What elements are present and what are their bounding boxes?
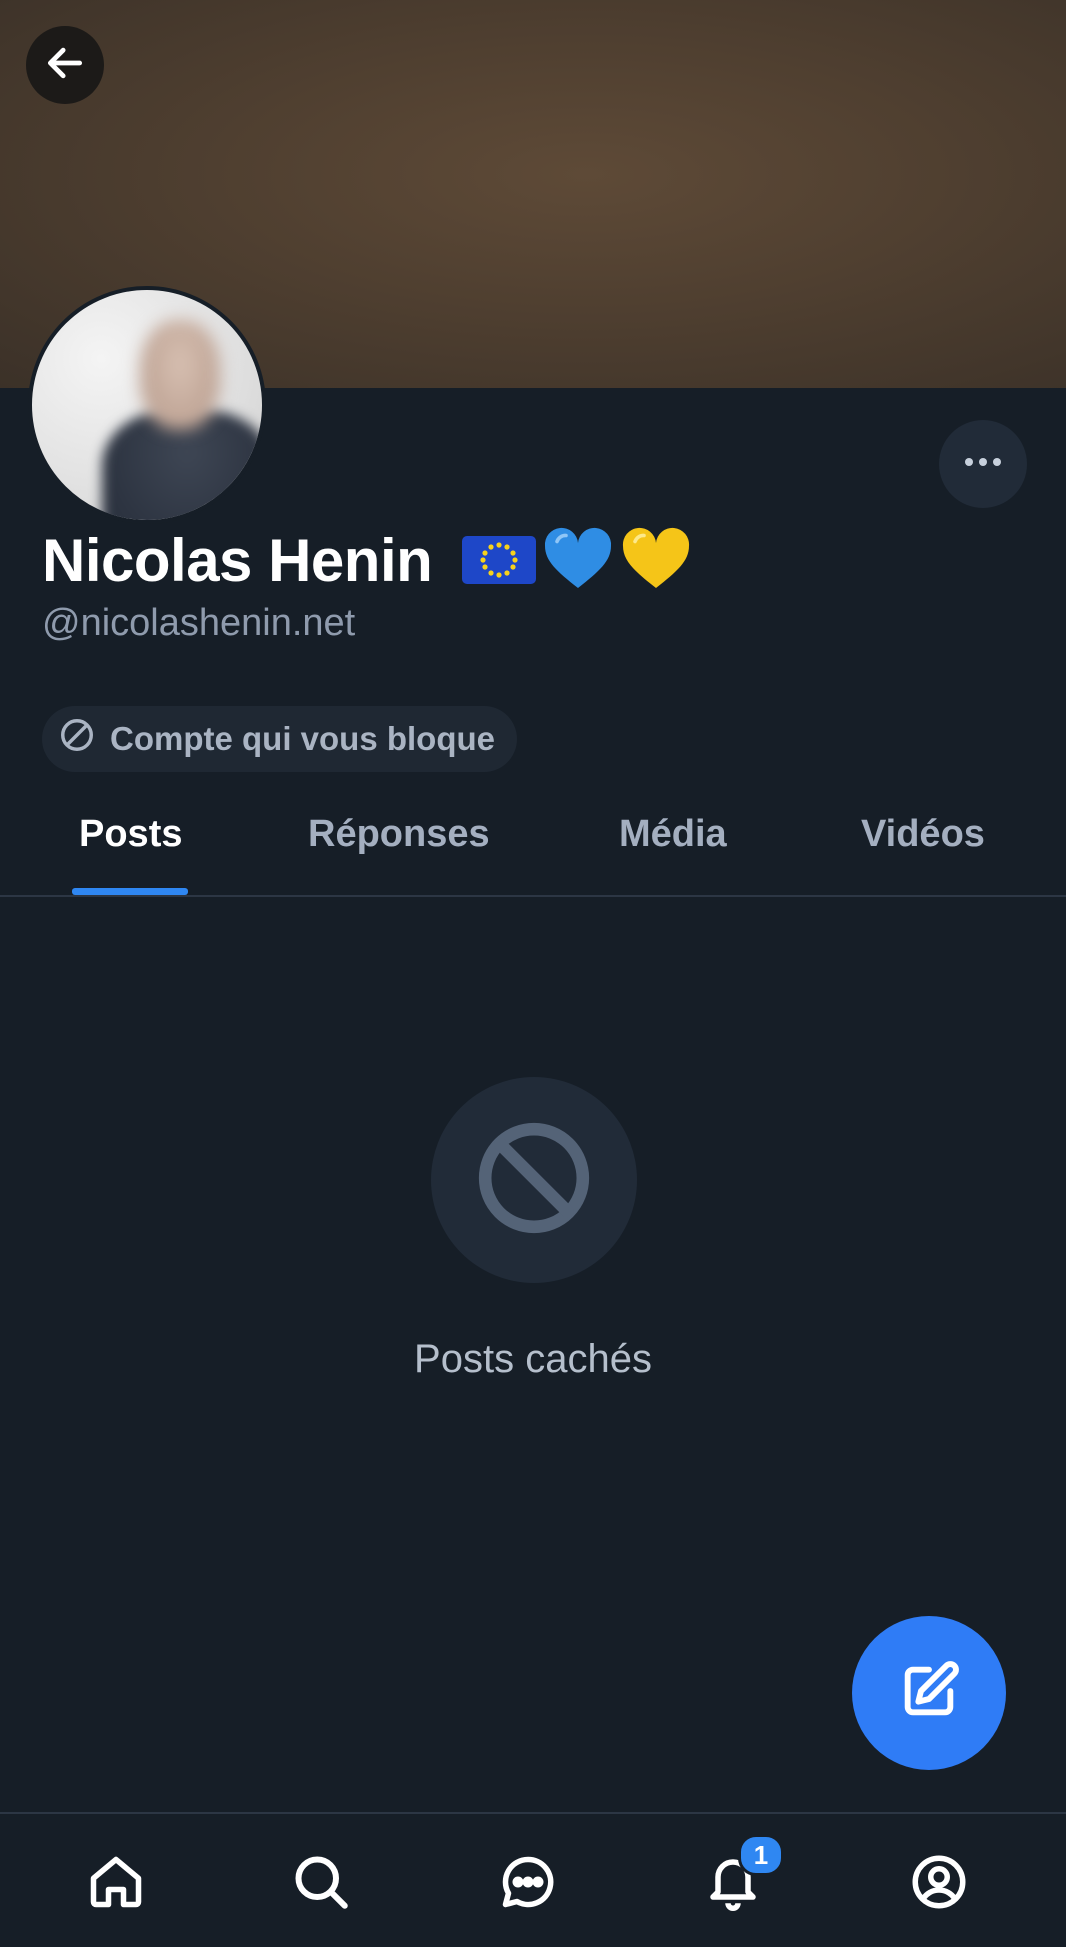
- block-icon: [471, 1115, 597, 1246]
- eu-flag-icon: [462, 531, 537, 600]
- tab-reponses[interactable]: Réponses: [308, 813, 490, 856]
- nav-home[interactable]: [84, 1852, 148, 1916]
- block-icon: [58, 716, 96, 762]
- active-tab-indicator: [72, 888, 188, 895]
- tab-media[interactable]: Média: [619, 813, 727, 856]
- nav-profile[interactable]: [907, 1852, 971, 1916]
- back-button[interactable]: [26, 26, 104, 104]
- nav-search[interactable]: [289, 1852, 353, 1916]
- avatar[interactable]: [28, 286, 266, 524]
- compose-post-button[interactable]: [852, 1616, 1006, 1770]
- search-icon: [291, 1852, 351, 1917]
- blocked-status-pill[interactable]: Compte qui vous bloque: [42, 706, 517, 772]
- tab-videos[interactable]: Vidéos: [861, 813, 985, 856]
- notifications-badge: 1: [738, 1834, 784, 1876]
- blocked-status-label: Compte qui vous bloque: [110, 720, 495, 757]
- arrow-left-icon: [43, 41, 87, 90]
- profile-handle: @nicolashenin.net: [42, 602, 356, 644]
- ellipsis-icon: [963, 455, 1003, 473]
- tab-posts[interactable]: Posts: [79, 813, 182, 856]
- profile-name: Nicolas Henin: [42, 525, 692, 605]
- profile-tabs: Posts Réponses Média Vidéos: [0, 775, 1066, 897]
- empty-state-message: Posts cachés: [414, 1337, 652, 1381]
- home-icon: [86, 1852, 146, 1917]
- compose-icon: [897, 1659, 961, 1728]
- name-emojis: [462, 525, 692, 605]
- empty-state-icon: [431, 1077, 637, 1283]
- nav-chat[interactable]: [496, 1852, 560, 1916]
- display-name: Nicolas Henin: [42, 526, 433, 594]
- profile-icon: [909, 1852, 969, 1917]
- more-options-button[interactable]: [939, 420, 1027, 508]
- yellow-heart-icon: [620, 525, 692, 605]
- bottom-navigation: [0, 1812, 1066, 1947]
- blue-heart-icon: [542, 525, 614, 605]
- chat-icon: [498, 1852, 558, 1917]
